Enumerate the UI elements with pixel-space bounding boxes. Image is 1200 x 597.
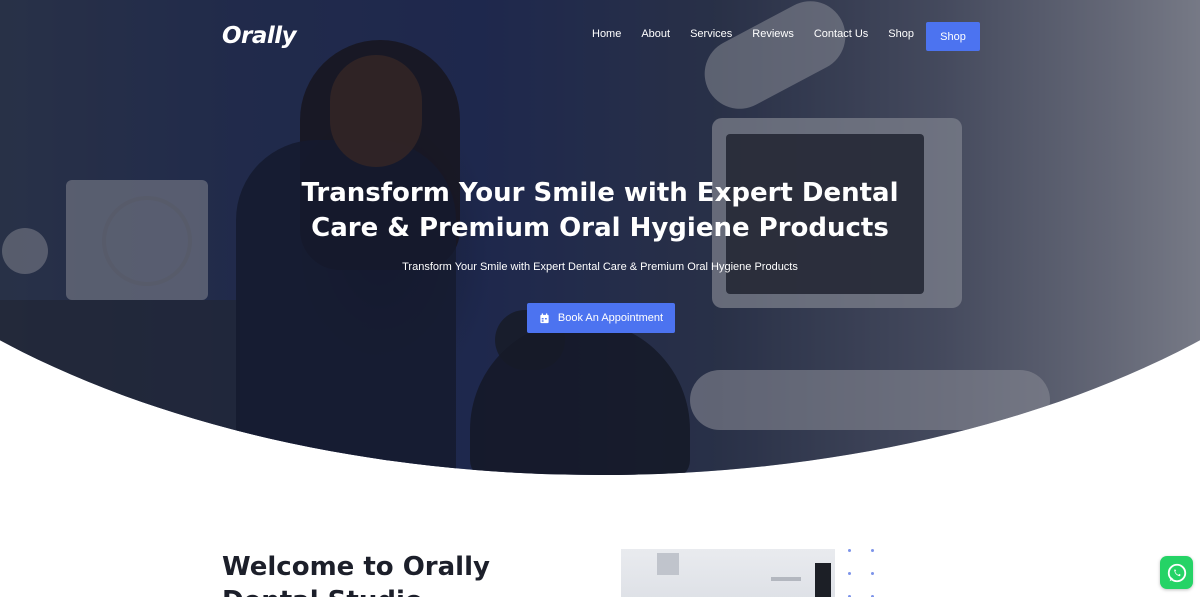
- hero-title: Transform Your Smile with Expert Dental …: [301, 178, 899, 243]
- dot: [871, 549, 874, 552]
- nav-about-link[interactable]: About: [641, 28, 670, 40]
- nav-reviews-link[interactable]: Reviews: [752, 28, 794, 40]
- main-navigation: Orally Home About Services Reviews Conta…: [0, 0, 1200, 72]
- whatsapp-button[interactable]: [1160, 556, 1193, 589]
- nav-links: Home About Services Reviews Contact Us S…: [592, 28, 934, 40]
- wall-shelf-image: [771, 577, 801, 581]
- nav-shop-link[interactable]: Shop: [888, 28, 914, 40]
- clinic-image: [621, 549, 835, 597]
- whatsapp-icon: [1167, 563, 1186, 582]
- hero-subtitle: Transform Your Smile with Expert Dental …: [402, 261, 798, 273]
- book-appointment-button[interactable]: Book An Appointment: [527, 303, 675, 333]
- wall-frame-image: [657, 553, 679, 575]
- nav-home-link[interactable]: Home: [592, 28, 621, 40]
- logo-link[interactable]: Orally: [222, 22, 297, 50]
- dot: [871, 572, 874, 575]
- book-appointment-label: Book An Appointment: [557, 312, 664, 324]
- nav-services-link[interactable]: Services: [690, 28, 732, 40]
- decorative-dots: [848, 549, 888, 597]
- nav-contact-link[interactable]: Contact Us: [814, 28, 868, 40]
- shop-button[interactable]: Shop: [926, 22, 980, 51]
- calendar-icon: [540, 312, 549, 323]
- logo-text: Orally: [222, 23, 297, 49]
- wall-panel-image: [815, 563, 831, 597]
- dot: [848, 549, 851, 552]
- dot: [848, 572, 851, 575]
- welcome-heading: Welcome to Orally Dental Studio: [222, 552, 490, 597]
- hero-section: Orally Home About Services Reviews Conta…: [0, 0, 1200, 475]
